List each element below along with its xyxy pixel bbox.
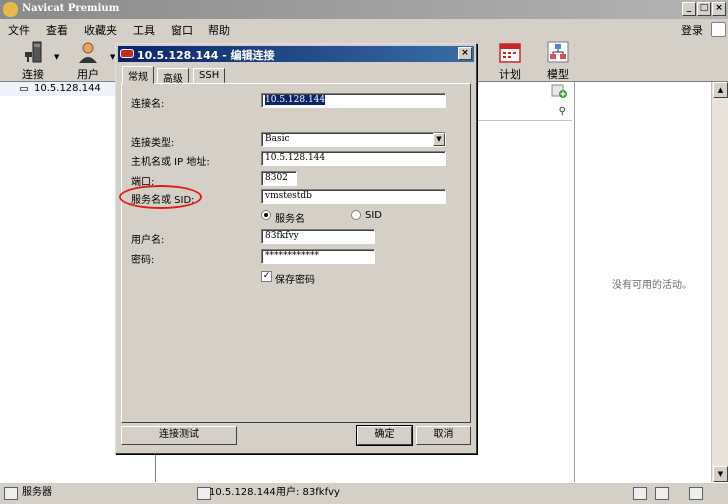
detail-view-icon[interactable] <box>655 487 669 500</box>
minimize-button[interactable]: _ <box>682 2 696 16</box>
schedule-label: 计划 <box>499 68 521 81</box>
conn-name-input[interactable]: 10.5.128.144 <box>261 93 446 108</box>
model-tool[interactable]: 模型 <box>538 38 578 82</box>
radio-sid[interactable] <box>351 210 361 220</box>
ok-button[interactable]: 确定 <box>356 425 413 446</box>
menu-view[interactable]: 查看 <box>46 22 68 38</box>
tab-ssh[interactable]: SSH <box>193 68 226 83</box>
user-label: 用户 <box>77 68 99 81</box>
save-password-label: 保存密码 <box>275 275 315 286</box>
tab-general[interactable]: 常规 <box>122 66 154 84</box>
connect-dropdown-icon[interactable]: ▼ <box>54 53 59 61</box>
model-icon <box>547 41 569 63</box>
port-input[interactable]: 8302 <box>261 171 297 186</box>
menu-file[interactable]: 文件 <box>8 22 30 38</box>
conn-type-value: Basic <box>265 134 290 144</box>
connect-icon <box>25 41 42 63</box>
new-object-icon[interactable] <box>548 82 572 100</box>
list-view-icon[interactable] <box>633 487 647 500</box>
menu-window[interactable]: 窗口 <box>171 22 193 38</box>
connection-name: 10.5.128.144 <box>34 83 101 94</box>
edit-connection-dialog: 10.5.128.144 - 编辑连接 × 常规 高级 SSH 连接名: 10.… <box>115 43 477 454</box>
schedule-tool[interactable]: 计划 <box>490 38 530 82</box>
status-connection: 10.5.128.144 <box>209 487 276 498</box>
dialog-title: 10.5.128.144 - 编辑连接 <box>137 49 275 62</box>
activity-panel: 没有可用的活动。 <box>574 82 728 482</box>
user-label: 用户名: <box>131 235 165 246</box>
conn-name-label: 连接名: <box>131 99 165 110</box>
service-input[interactable]: vmstestdb <box>261 189 446 204</box>
dialog-titlebar[interactable]: 10.5.128.144 - 编辑连接 × <box>118 46 474 62</box>
no-activity-text: 没有可用的活动。 <box>612 280 692 291</box>
conn-name-value: 10.5.128.144 <box>265 95 326 105</box>
conn-type-label: 连接类型: <box>131 138 175 149</box>
radio-service-label: 服务名 <box>275 214 305 225</box>
scroll-down-button[interactable]: ▼ <box>713 466 728 482</box>
oracle-connection-icon <box>120 49 134 58</box>
conn-type-select[interactable]: Basic ▼ <box>261 132 446 147</box>
menu-tools[interactable]: 工具 <box>133 22 155 38</box>
main-titlebar[interactable]: Navicat Premium _ □ × <box>0 0 728 19</box>
scroll-up-button[interactable]: ▲ <box>713 82 728 98</box>
connection-icon <box>20 87 28 91</box>
model-label: 模型 <box>547 68 569 81</box>
object-search-bar[interactable]: ⚲ <box>472 105 572 121</box>
host-input[interactable]: 10.5.128.144 <box>261 151 446 166</box>
navicat-app-icon <box>3 2 18 17</box>
radio-service-name[interactable] <box>261 210 271 220</box>
status-server: 服务器 <box>22 487 52 498</box>
password-label: 密码: <box>131 255 155 266</box>
connect-label: 连接 <box>22 68 44 81</box>
user-tool[interactable]: ▼ 用户 <box>70 38 115 82</box>
login-link[interactable]: 登录 <box>681 22 703 38</box>
search-icon[interactable]: ⚲ <box>559 106 566 117</box>
window-title: Navicat Premium <box>22 3 120 14</box>
test-connection-button[interactable]: 连接测试 <box>121 426 237 445</box>
host-label: 主机名或 IP 地址: <box>131 157 210 168</box>
calendar-icon <box>499 43 521 63</box>
chevron-down-icon[interactable]: ▼ <box>433 133 445 146</box>
menu-help[interactable]: 帮助 <box>208 22 230 38</box>
user-icon <box>79 42 97 63</box>
status-user: 用户: 83fkfvy <box>276 487 340 498</box>
maximize-button[interactable]: □ <box>697 2 711 16</box>
radio-sid-label: SID <box>365 210 382 221</box>
close-button[interactable]: × <box>712 2 726 16</box>
connect-tool[interactable]: ▼ 连接 <box>12 38 59 82</box>
avatar-icon[interactable] <box>711 22 726 37</box>
menubar: 文件 查看 收藏夹 工具 窗口 帮助 <box>0 19 728 38</box>
vertical-scrollbar[interactable]: ▲ ▼ <box>711 82 728 482</box>
tab-advanced[interactable]: 高级 <box>157 68 189 85</box>
dialog-close-button[interactable]: × <box>458 47 472 60</box>
menu-favorites[interactable]: 收藏夹 <box>84 22 117 38</box>
user-input[interactable]: 83fkfvy <box>261 229 375 244</box>
status-bar: 服务器 10.5.128.144 用户: 83fkfvy <box>0 482 728 504</box>
save-password-checkbox[interactable]: ✓ <box>261 271 272 282</box>
cancel-button[interactable]: 取消 <box>416 426 471 445</box>
general-tab-page: 连接名: 10.5.128.144 连接类型: Basic ▼ 主机名或 IP 地… <box>121 83 471 423</box>
annotation-ellipse <box>119 185 202 209</box>
password-input[interactable]: ************ <box>261 249 375 264</box>
grid-view-icon[interactable] <box>689 487 703 500</box>
